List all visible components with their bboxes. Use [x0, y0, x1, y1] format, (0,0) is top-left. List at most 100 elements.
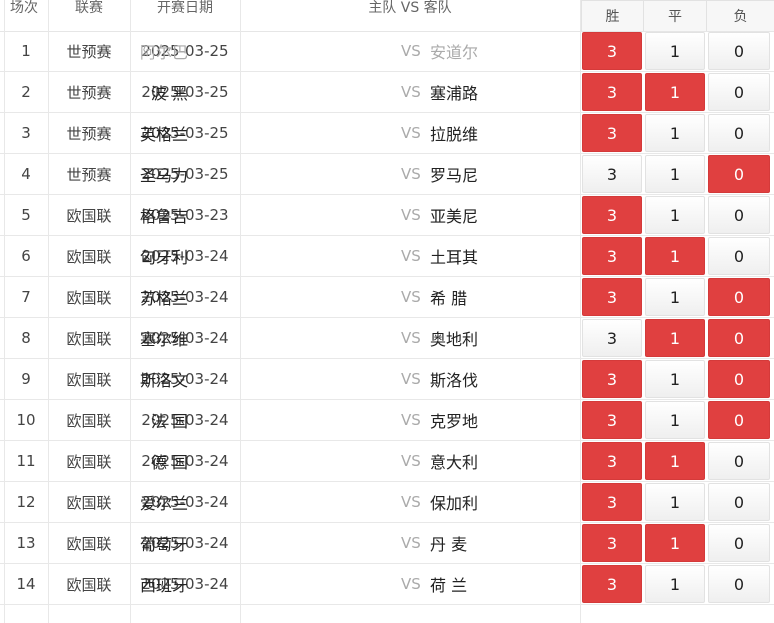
vs-label: VS	[401, 534, 421, 552]
match-teams: 塞尔维 VS 奥地利	[0, 318, 580, 358]
vs-label: VS	[401, 575, 421, 593]
away-team: 希 腊	[430, 289, 468, 308]
odds-loss-button[interactable]: 0	[708, 278, 770, 316]
odds-win-button[interactable]: 3	[582, 155, 642, 193]
odds-draw-button[interactable]: 1	[645, 442, 705, 480]
table-row: 14 欧国联 2025-03-24 西班牙 VS 荷 兰310	[0, 564, 774, 605]
header-league: 联赛	[75, 0, 103, 16]
odds-win-button[interactable]: 3	[582, 565, 642, 603]
column-divider	[130, 0, 131, 623]
odds-win-button[interactable]: 3	[582, 32, 642, 70]
odds-win-button[interactable]: 3	[582, 442, 642, 480]
vs-label: VS	[401, 493, 421, 511]
away-team: 意大利	[430, 453, 479, 472]
odds-draw-button[interactable]: 1	[645, 155, 705, 193]
odds-draw-button[interactable]: 1	[645, 360, 705, 398]
odds-win-button[interactable]: 3	[582, 114, 642, 152]
odds-draw-button[interactable]: 1	[645, 114, 705, 152]
column-divider	[4, 0, 5, 623]
odds-draw-button[interactable]: 1	[645, 278, 705, 316]
odds-draw-button[interactable]: 1	[645, 73, 705, 111]
match-teams: 葡萄牙 VS 丹 麦	[0, 523, 580, 563]
match-teams: 阿尔巴 VS 安道尔	[0, 31, 580, 71]
away-team: 奥地利	[430, 330, 479, 349]
vs-label: VS	[401, 411, 421, 429]
odds-loss-button[interactable]: 0	[708, 155, 770, 193]
odds-draw-button[interactable]: 1	[645, 524, 705, 562]
odds-draw-button[interactable]: 1	[645, 319, 705, 357]
odds-win-button[interactable]: 3	[582, 524, 642, 562]
column-divider	[580, 0, 581, 623]
odds-loss-button[interactable]: 0	[708, 524, 770, 562]
odds-win-button[interactable]: 3	[582, 360, 642, 398]
odds-win-button[interactable]: 3	[582, 319, 642, 357]
odds-win-button[interactable]: 3	[582, 483, 642, 521]
odds-loss-button[interactable]: 0	[708, 483, 770, 521]
away-team: 丹 麦	[430, 535, 468, 554]
table-row: 5 欧国联 2025-03-23 格鲁吉 VS 亚美尼 3 1 0	[0, 195, 774, 236]
match-teams: 格鲁吉 VS 亚美尼	[0, 195, 580, 235]
odds-loss-button[interactable]: 0	[708, 237, 770, 275]
match-teams: 圣马力 VS 罗马尼	[0, 154, 580, 194]
odds-loss-button[interactable]: 0	[708, 442, 770, 480]
table-row: 9 欧国联 2025-03-24 斯洛文 VS 斯洛伐 3 1 0	[0, 359, 774, 400]
match-teams: 爱尔兰 VS 保加利	[0, 482, 580, 522]
odds-loss-button[interactable]: 0	[708, 32, 770, 70]
table-header: 场次 联赛 开赛日期 主队 VS 客队 胜 平 负	[0, 0, 774, 32]
odds-draw-button[interactable]: 1	[645, 483, 705, 521]
vs-label: VS	[401, 329, 421, 347]
header-win: 胜	[581, 0, 643, 31]
odds-loss-button[interactable]: 0	[708, 565, 770, 603]
vs-label: VS	[401, 452, 421, 470]
odds-win-button[interactable]: 3	[582, 73, 642, 111]
home-team: 塞尔维	[139, 330, 188, 349]
away-team: 罗马尼	[430, 166, 479, 185]
odds-loss-button[interactable]: 0	[708, 73, 770, 111]
odds-loss-button[interactable]: 0	[708, 360, 770, 398]
table-row: 6 欧国联 2025-03-24 匈牙利 VS 土耳其 3 1 0	[0, 236, 774, 277]
odds-draw-button[interactable]: 1	[645, 401, 705, 439]
table-row: 3 世预赛 2025-03-25 英格兰 VS 拉脱维 3 1 0	[0, 113, 774, 154]
vs-label: VS	[401, 370, 421, 388]
home-team: 西班牙	[139, 576, 188, 595]
home-team: 阿尔巴	[139, 43, 188, 62]
home-team: 格鲁吉	[139, 207, 188, 226]
table-row: 11 欧国联 2025-03-24 德 国 VS 意大利 3 1 0	[0, 441, 774, 482]
odds-win-button[interactable]: 3	[582, 196, 642, 234]
match-teams: 西班牙 VS 荷 兰	[0, 564, 580, 604]
odds-loss-button[interactable]: 0	[708, 401, 770, 439]
odds-draw-button[interactable]: 1	[645, 196, 705, 234]
match-teams: 匈牙利 VS 土耳其	[0, 236, 580, 276]
odds-draw-button[interactable]: 1	[645, 565, 705, 603]
away-team: 荷 兰	[430, 576, 468, 595]
table-row: 2 世预赛 2025-03-25 波 黑 VS 塞浦路 3 1 0	[0, 72, 774, 113]
header-round: 场次	[10, 0, 38, 16]
match-teams: 法 国 VS 克罗地	[0, 400, 580, 440]
home-team: 英格兰	[139, 125, 188, 144]
odds-win-button[interactable]: 3	[582, 237, 642, 275]
home-team: 斯洛文	[139, 371, 188, 390]
odds-win-button[interactable]: 3	[582, 401, 642, 439]
odds-win-button[interactable]: 3	[582, 278, 642, 316]
odds-loss-button[interactable]: 0	[708, 114, 770, 152]
away-team: 塞浦路	[430, 84, 479, 103]
away-team: 安道尔	[430, 43, 479, 62]
away-team: 拉脱维	[430, 125, 479, 144]
match-teams: 斯洛文 VS 斯洛伐	[0, 359, 580, 399]
odds-draw-button[interactable]: 1	[645, 32, 705, 70]
table-row: 13 欧国联 2025-03-24 葡萄牙 VS 丹 麦310	[0, 523, 774, 564]
home-team: 波 黑	[150, 84, 188, 103]
odds-loss-button[interactable]: 0	[708, 196, 770, 234]
odds-draw-button[interactable]: 1	[645, 237, 705, 275]
away-team: 亚美尼	[430, 207, 479, 226]
away-team: 土耳其	[430, 248, 479, 267]
vs-label: VS	[401, 42, 421, 60]
odds-loss-button[interactable]: 0	[708, 319, 770, 357]
match-teams: 波 黑 VS 塞浦路	[0, 72, 580, 112]
away-team: 克罗地	[430, 412, 479, 431]
home-team: 圣马力	[139, 166, 188, 185]
column-divider	[48, 0, 49, 623]
away-team: 斯洛伐	[430, 371, 479, 390]
home-team: 苏格兰	[139, 289, 188, 308]
vs-label: VS	[401, 83, 421, 101]
